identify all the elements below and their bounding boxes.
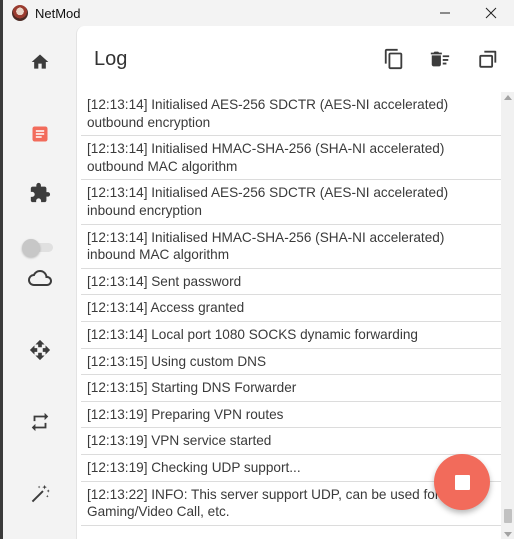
stop-icon <box>454 474 470 490</box>
close-icon <box>485 7 497 19</box>
stop-button[interactable] <box>434 454 490 510</box>
puzzle-icon <box>30 182 50 203</box>
page-header: Log <box>77 26 514 92</box>
log-entry: [12:13:14] Initialised AES-256 SDCTR (AE… <box>81 180 501 225</box>
sidebar-item-transfer[interactable] <box>3 402 76 442</box>
copy-log-button[interactable] <box>381 46 407 72</box>
sidebar-item-extensions[interactable] <box>3 173 76 213</box>
log-entry: [12:13:15] Using custom DNS <box>81 349 501 376</box>
log-entry: [12:13:19] Preparing VPN routes <box>81 402 501 429</box>
window-button[interactable] <box>475 46 501 72</box>
main-panel: Log [12:13:14] Initialised AES-256 SDCTR… <box>76 26 514 539</box>
home-icon <box>31 54 48 69</box>
log-icon <box>32 126 47 142</box>
page-title: Log <box>94 48 128 70</box>
copy-icon <box>384 48 403 70</box>
cloud-icon <box>27 270 52 286</box>
scroll-thumb[interactable] <box>504 509 512 523</box>
feature-toggle[interactable] <box>22 239 56 257</box>
log-entry: [12:13:14] Initialised HMAC-SHA-256 (SHA… <box>81 225 501 269</box>
log-entry: [12:13:14] Local port 1080 SOCKS dynamic… <box>81 322 501 349</box>
sidebar-item-move[interactable] <box>3 330 76 370</box>
sidebar-item-cloud[interactable] <box>3 258 76 298</box>
app-logo <box>12 5 28 21</box>
close-button[interactable] <box>468 0 514 26</box>
toggle-thumb <box>22 239 40 257</box>
clear-log-button[interactable] <box>427 46 453 72</box>
title-bar: NetMod <box>3 0 514 26</box>
sidebar <box>3 26 76 539</box>
log-scrollbar[interactable] <box>501 92 514 539</box>
sidebar-item-tools[interactable] <box>3 474 76 514</box>
minimize-icon <box>440 12 450 14</box>
log-entry: [12:13:19] VPN service started <box>81 428 501 455</box>
repeat-icon <box>31 412 48 432</box>
clear-all-icon <box>430 51 450 67</box>
log-entry: [12:13:14] Sent password <box>81 269 501 296</box>
window-icon <box>479 50 497 68</box>
minimize-button[interactable] <box>422 0 468 26</box>
scroll-up-arrow-icon[interactable] <box>504 95 512 100</box>
log-entry: [12:13:14] Initialised AES-256 SDCTR (AE… <box>81 92 501 137</box>
log-entry: [12:13:15] Starting DNS Forwarder <box>81 375 501 402</box>
scroll-down-arrow-icon[interactable] <box>504 532 512 537</box>
move-icon <box>29 339 50 361</box>
app-window: NetMod Log [12:13:14] Initialised AES-25… <box>3 0 514 539</box>
sidebar-item-log[interactable] <box>3 114 76 154</box>
log-entry: [12:13:14] Access granted <box>81 295 501 322</box>
magic-wand-icon <box>31 484 50 503</box>
app-title: NetMod <box>35 5 81 21</box>
sidebar-item-home[interactable] <box>3 42 76 82</box>
log-entry: [12:13:14] Initialised HMAC-SHA-256 (SHA… <box>81 136 501 181</box>
